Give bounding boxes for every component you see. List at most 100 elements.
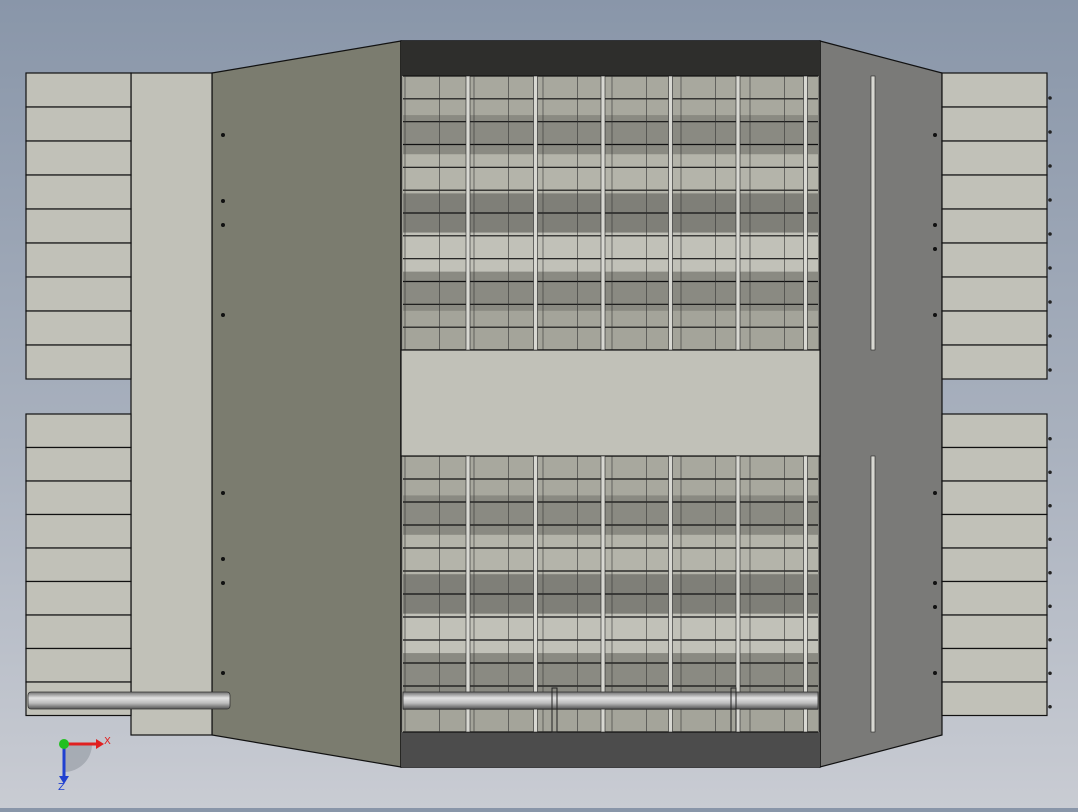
core-grid-lower <box>403 455 820 733</box>
left-side-panel <box>211 40 402 768</box>
grid-band <box>403 456 818 496</box>
fin-nub <box>1048 130 1052 134</box>
bolt <box>221 557 225 561</box>
fin-nub <box>1048 637 1052 642</box>
bolt <box>933 133 937 137</box>
triad-arc <box>64 744 92 772</box>
fin-row <box>941 647 1048 683</box>
core-grid-upper <box>403 75 820 351</box>
left-fin-block-lower <box>25 413 132 717</box>
fin-row <box>941 614 1048 650</box>
fin-row <box>25 580 132 616</box>
right-fin-block-lower <box>941 413 1052 717</box>
rod-upper <box>668 75 673 351</box>
bolt <box>933 605 937 609</box>
rod-lower <box>600 455 606 733</box>
grid-band <box>403 534 818 575</box>
fin-nub <box>1048 164 1052 168</box>
bolt <box>933 223 937 227</box>
fin-row <box>941 140 1048 176</box>
fin-row <box>25 242 132 278</box>
top-dark-band <box>401 41 820 76</box>
rod-lower <box>668 455 673 733</box>
bolt <box>933 313 937 317</box>
fin-row <box>941 480 1048 516</box>
fin-nub <box>1048 300 1052 304</box>
rod-upper <box>600 75 606 351</box>
bolt <box>221 313 225 317</box>
rod-lower <box>870 455 876 733</box>
bolt <box>933 491 937 495</box>
fin-nub <box>1048 704 1052 709</box>
fin-row <box>941 413 1048 449</box>
fin-row <box>941 242 1048 278</box>
fin-row <box>941 681 1048 717</box>
fin-row <box>25 106 132 142</box>
grid-band <box>403 613 818 654</box>
fin-nub <box>1048 503 1052 508</box>
fin-nub <box>1048 436 1052 441</box>
fin-nub <box>1048 537 1052 542</box>
fin-row <box>941 513 1048 549</box>
rod-lower <box>735 455 741 733</box>
bolt <box>221 671 225 675</box>
bottom-dark-band <box>401 732 820 767</box>
grid-band <box>403 495 818 535</box>
fin-nub <box>1048 334 1052 338</box>
fin-nub <box>1048 604 1052 609</box>
rod-upper <box>735 75 741 351</box>
grid-band <box>403 310 818 350</box>
rod-lower <box>533 455 538 733</box>
fin-nub <box>1048 96 1052 100</box>
left-header-column <box>130 72 213 736</box>
fin-row <box>941 208 1048 244</box>
rod-upper <box>803 75 808 351</box>
model-canvas[interactable]: X Z <box>0 0 1078 808</box>
grid-band <box>403 76 818 116</box>
fin-row <box>941 446 1048 482</box>
bolt <box>221 223 225 227</box>
fin-row <box>25 208 132 244</box>
bolt <box>221 133 225 137</box>
fin-row <box>25 446 132 482</box>
grid-band <box>403 115 818 155</box>
fin-row <box>25 513 132 549</box>
fin-row <box>25 413 132 449</box>
fin-nub <box>1048 368 1052 372</box>
left-pipe <box>27 691 231 710</box>
rod-upper <box>533 75 538 351</box>
bolt <box>933 247 937 251</box>
grid-band <box>403 653 818 693</box>
z-axis-label: Z <box>58 782 65 793</box>
fin-row <box>941 344 1048 380</box>
left-fin-block-upper <box>25 72 132 380</box>
fin-row <box>941 106 1048 142</box>
rod-upper <box>465 75 471 351</box>
fin-row <box>25 72 132 108</box>
grid-band <box>403 154 818 194</box>
fin-row <box>941 174 1048 210</box>
rod-lower <box>803 455 808 733</box>
fin-row <box>25 344 132 380</box>
fin-nub <box>1048 671 1052 676</box>
fin-row <box>941 580 1048 616</box>
rod-upper <box>870 75 876 351</box>
fin-row <box>25 480 132 516</box>
fin-row <box>941 276 1048 312</box>
fin-nub <box>1048 232 1052 236</box>
middle-plate <box>400 349 821 457</box>
fin-row <box>25 547 132 583</box>
fin-nub <box>1048 266 1052 270</box>
y-axis-dot <box>59 739 69 749</box>
fin-row <box>941 310 1048 346</box>
x-axis-label: X <box>104 736 111 747</box>
fin-row <box>941 72 1048 108</box>
orientation-triad: X Z <box>58 736 111 793</box>
bolt <box>221 491 225 495</box>
right-fin-block-upper <box>941 72 1052 380</box>
bolt <box>221 581 225 585</box>
fin-nub <box>1048 470 1052 475</box>
bolt <box>933 581 937 585</box>
cad-viewport[interactable]: X Z <box>0 0 1078 808</box>
bolt <box>933 671 937 675</box>
